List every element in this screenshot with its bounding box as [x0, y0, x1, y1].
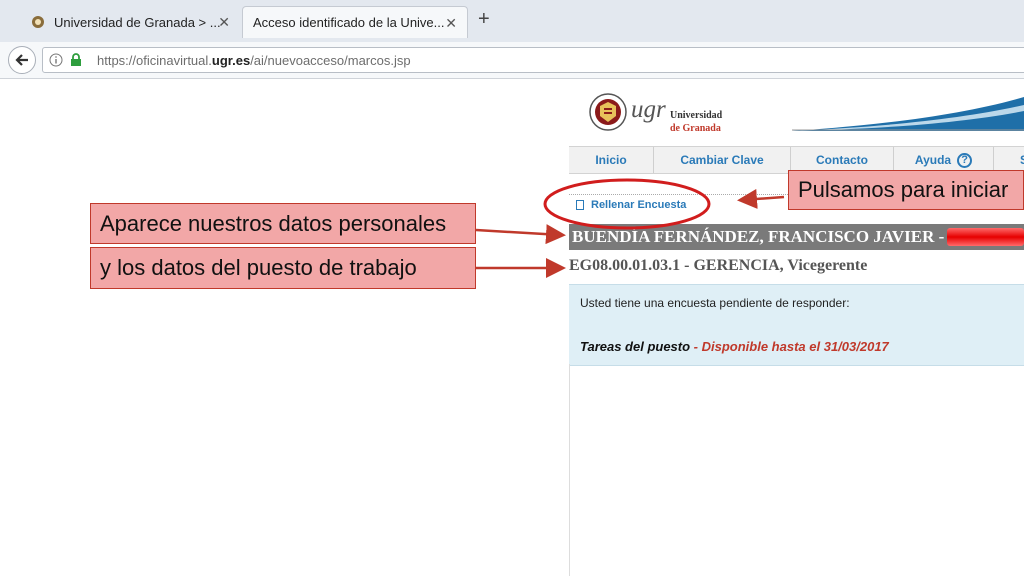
- help-icon: ?: [957, 152, 973, 168]
- menu-item-cambiar-clave[interactable]: Cambiar Clave: [654, 147, 791, 173]
- menu-item-inicio[interactable]: Inicio: [569, 147, 654, 173]
- person-name: BUENDÍA FERNÁNDEZ, FRANCISCO JAVIER -: [572, 227, 945, 246]
- new-tab-icon[interactable]: +: [478, 8, 490, 31]
- arrow-to-survey-link: [737, 188, 785, 209]
- fill-survey-link[interactable]: Rellenar Encuesta: [576, 199, 686, 211]
- task-separator: -: [690, 339, 702, 354]
- ugr-favicon-icon: [30, 14, 46, 30]
- job-position: EG08.00.01.03.1 - GERENCIA, Vicegerente: [569, 257, 868, 274]
- back-arrow-icon: [15, 54, 28, 66]
- address-bar[interactable]: https://oficinavirtual.ugr.es/ai/nuevoac…: [42, 47, 1024, 73]
- availability-text: Disponible hasta el 31/03/2017: [701, 339, 889, 354]
- redacted-block: [947, 228, 1024, 246]
- tab-acceso-identificado[interactable]: Acceso identificado de la Unive... ✕: [242, 6, 468, 38]
- close-tab-icon[interactable]: ✕: [218, 14, 230, 31]
- task-name: Tareas del puesto: [580, 339, 691, 354]
- tab-title: Universidad de Granada > ...: [54, 14, 221, 30]
- pending-survey-text: Usted tiene una encuesta pendiente de re…: [580, 296, 850, 310]
- ugr-logo-text: ugr: [631, 96, 666, 123]
- ugr-crest-logo[interactable]: [588, 92, 628, 137]
- university-name-line1: Universidad: [670, 110, 723, 121]
- content-border: [569, 364, 570, 576]
- browser-nav-bar: https://oficinavirtual.ugr.es/ai/nuevoac…: [0, 42, 1024, 79]
- lock-icon[interactable]: [69, 53, 83, 72]
- arrow-to-name: [475, 224, 566, 245]
- url-text: https://oficinavirtual.ugr.es/ai/nuevoac…: [97, 53, 411, 68]
- tab-title: Acceso identificado de la Unive...: [253, 15, 445, 30]
- back-button[interactable]: [8, 46, 36, 74]
- menu-item-label: Ayuda: [914, 153, 952, 167]
- info-icon[interactable]: [49, 53, 63, 72]
- annotation-job-data: y los datos del puesto de trabajo: [90, 247, 476, 289]
- fill-survey-label: Rellenar Encuesta: [591, 199, 687, 211]
- document-icon: [576, 200, 584, 210]
- annotation-personal-data: Aparece nuestros datos personales: [90, 203, 476, 244]
- close-tab-icon[interactable]: ✕: [445, 15, 457, 32]
- header-banner-swoosh: [792, 97, 1024, 131]
- pending-survey-panel: Usted tiene una encuesta pendiente de re…: [569, 284, 1024, 366]
- survey-task-line[interactable]: Tareas del puesto - Disponible hasta el …: [580, 339, 889, 354]
- browser-tab-bar: Universidad de Granada > ... ✕ Acceso id…: [0, 0, 1024, 43]
- university-name-line2: de Granada: [670, 123, 721, 134]
- annotation-click-to-start: Pulsamos para iniciar: [788, 170, 1024, 210]
- tab-universidad-de-granada[interactable]: Universidad de Granada > ... ✕: [20, 6, 240, 38]
